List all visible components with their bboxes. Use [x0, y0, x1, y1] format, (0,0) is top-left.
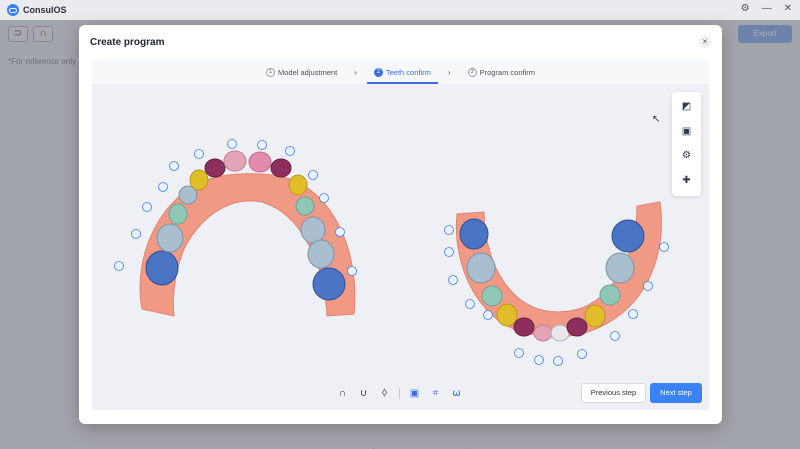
- upper-arch-model[interactable]: [139, 150, 356, 317]
- fit-view-icon[interactable]: ⌗: [429, 387, 442, 400]
- toolbar-divider: [399, 388, 400, 399]
- lower-arch-icon[interactable]: ∪: [357, 387, 370, 400]
- step-number: 3: [467, 67, 477, 77]
- window-controls: ⚙ — ✕: [741, 3, 792, 14]
- 3d-model-viewport[interactable]: [92, 84, 709, 410]
- step-teeth-confirm[interactable]: 2 Teeth confirm: [366, 60, 438, 84]
- lower-arch-model[interactable]: [455, 201, 662, 342]
- step-label: Model adjustment: [277, 67, 338, 77]
- tooth-add-icon[interactable]: ✚: [680, 174, 694, 188]
- app-logo-icon: [7, 4, 19, 16]
- tooth-settings-icon[interactable]: ⚙: [680, 149, 694, 163]
- side-toolbar: ◩ ▣ ⚙ ✚: [672, 92, 701, 196]
- step-number: 2: [373, 67, 383, 77]
- both-arch-icon[interactable]: ◊: [378, 387, 391, 400]
- minimize-icon[interactable]: —: [762, 3, 772, 14]
- step-program-confirm[interactable]: 3 Program confirm: [465, 60, 538, 84]
- previous-step-button[interactable]: Previous step: [581, 383, 646, 403]
- chevron-right-icon: ›: [447, 67, 451, 77]
- close-window-icon[interactable]: ✕: [784, 3, 792, 14]
- dialog-title: Create program: [90, 37, 165, 48]
- app-title: ConsulOS: [23, 5, 67, 15]
- chevron-right-icon: ›: [354, 67, 357, 77]
- settings-gear-icon[interactable]: ⚙: [741, 3, 750, 14]
- step-model-adjustment[interactable]: 1 Model adjustment: [263, 60, 340, 84]
- comment-icon[interactable]: ▣: [680, 125, 694, 139]
- edit-box-icon[interactable]: ◩: [680, 100, 694, 114]
- close-dialog-icon[interactable]: ×: [699, 36, 711, 48]
- step-indicator: 1 Model adjustment › 2 Teeth confirm › 3…: [92, 60, 709, 84]
- title-bar: ConsulOS ⚙ — ✕: [0, 0, 800, 20]
- monitor-icon[interactable]: ▣: [408, 387, 421, 400]
- next-step-button[interactable]: Next step: [650, 383, 702, 403]
- view-toolbar: ∩ ∪ ◊ ▣ ⌗ ⍵: [336, 387, 463, 400]
- step-label: Program confirm: [479, 67, 535, 77]
- upper-arch-icon[interactable]: ∩: [336, 387, 349, 400]
- create-program-dialog: Create program × 1 Model adjustment › 2 …: [79, 25, 722, 424]
- step-label: Teeth confirm: [385, 67, 431, 77]
- dental-arch-models: [114, 139, 669, 366]
- mouse-cursor-icon: ↖: [652, 114, 661, 125]
- step-number: 1: [265, 67, 275, 77]
- tooth-icon[interactable]: ⍵: [450, 387, 463, 400]
